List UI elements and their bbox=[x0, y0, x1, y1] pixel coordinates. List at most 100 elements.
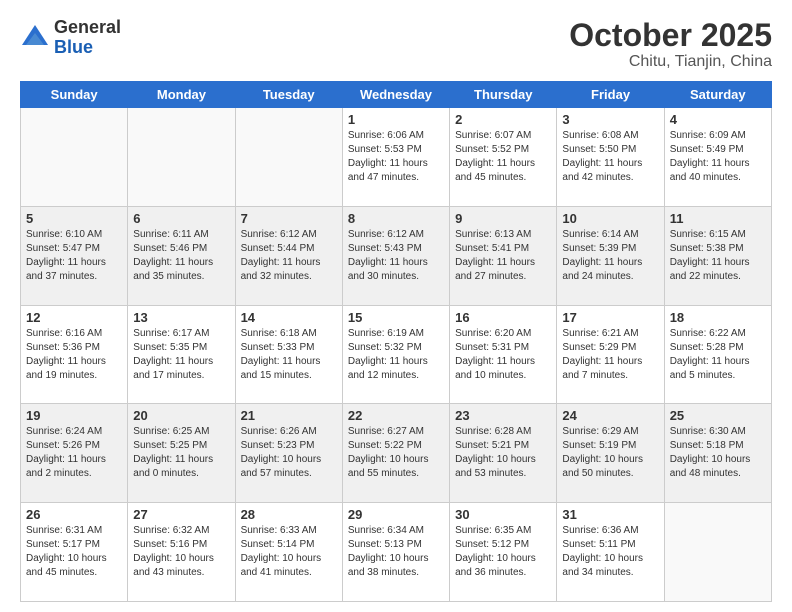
calendar-cell: 17 Sunrise: 6:21 AM Sunset: 5:29 PM Dayli… bbox=[557, 305, 664, 404]
day-number: 1 bbox=[348, 112, 444, 127]
calendar-cell bbox=[664, 503, 771, 602]
day-number: 5 bbox=[26, 211, 122, 226]
calendar-cell: 21 Sunrise: 6:26 AM Sunset: 5:23 PM Dayli… bbox=[235, 404, 342, 503]
day-info: Sunrise: 6:17 AM Sunset: 5:35 PM Dayligh… bbox=[133, 327, 229, 383]
day-info: Sunrise: 6:13 AM Sunset: 5:41 PM Dayligh… bbox=[455, 228, 551, 284]
calendar-cell: 9 Sunrise: 6:13 AM Sunset: 5:41 PM Daylig… bbox=[450, 206, 557, 305]
day-number: 13 bbox=[133, 310, 229, 325]
day-info: Sunrise: 6:29 AM Sunset: 5:19 PM Dayligh… bbox=[562, 425, 658, 481]
day-info: Sunrise: 6:19 AM Sunset: 5:32 PM Dayligh… bbox=[348, 327, 444, 383]
day-info: Sunrise: 6:08 AM Sunset: 5:50 PM Dayligh… bbox=[562, 129, 658, 185]
calendar-cell: 24 Sunrise: 6:29 AM Sunset: 5:19 PM Dayli… bbox=[557, 404, 664, 503]
day-number: 21 bbox=[241, 408, 337, 423]
day-info: Sunrise: 6:34 AM Sunset: 5:13 PM Dayligh… bbox=[348, 524, 444, 580]
day-number: 27 bbox=[133, 507, 229, 522]
day-info: Sunrise: 6:10 AM Sunset: 5:47 PM Dayligh… bbox=[26, 228, 122, 284]
day-info: Sunrise: 6:36 AM Sunset: 5:11 PM Dayligh… bbox=[562, 524, 658, 580]
calendar-cell: 16Sunrise: 6:20 AM Sunset: 5:31 PM Dayli… bbox=[450, 305, 557, 404]
calendar-cell: 20 Sunrise: 6:25 AM Sunset: 5:25 PM Dayli… bbox=[128, 404, 235, 503]
day-info: Sunrise: 6:31 AM Sunset: 5:17 PM Dayligh… bbox=[26, 524, 122, 580]
day-number: 6 bbox=[133, 211, 229, 226]
day-number: 25 bbox=[670, 408, 766, 423]
day-number: 20 bbox=[133, 408, 229, 423]
day-number: 30 bbox=[455, 507, 551, 522]
day-info: Sunrise: 6:12 AM Sunset: 5:44 PM Dayligh… bbox=[241, 228, 337, 284]
calendar-cell: 30 Sunrise: 6:35 AM Sunset: 5:12 PM Dayli… bbox=[450, 503, 557, 602]
calendar-cell: 28 Sunrise: 6:33 AM Sunset: 5:14 PM Dayli… bbox=[235, 503, 342, 602]
day-info: Sunrise: 6:30 AM Sunset: 5:18 PM Dayligh… bbox=[670, 425, 766, 481]
calendar-cell bbox=[21, 108, 128, 207]
title-area: October 2025 Chitu, Tianjin, China bbox=[569, 18, 772, 71]
day-number: 14 bbox=[241, 310, 337, 325]
calendar-cell: 10Sunrise: 6:14 AM Sunset: 5:39 PM Dayli… bbox=[557, 206, 664, 305]
day-info: Sunrise: 6:26 AM Sunset: 5:23 PM Dayligh… bbox=[241, 425, 337, 481]
location: Chitu, Tianjin, China bbox=[569, 53, 772, 71]
day-info: Sunrise: 6:25 AM Sunset: 5:25 PM Dayligh… bbox=[133, 425, 229, 481]
calendar-cell: 23 Sunrise: 6:28 AM Sunset: 5:21 PM Dayli… bbox=[450, 404, 557, 503]
page: General Blue October 2025 Chitu, Tianjin… bbox=[0, 0, 792, 612]
calendar-cell: 18 Sunrise: 6:22 AM Sunset: 5:28 PM Dayli… bbox=[664, 305, 771, 404]
day-number: 3 bbox=[562, 112, 658, 127]
calendar-cell: 19 Sunrise: 6:24 AM Sunset: 5:26 PM Dayli… bbox=[21, 404, 128, 503]
calendar-cell: 5 Sunrise: 6:10 AM Sunset: 5:47 PM Daylig… bbox=[21, 206, 128, 305]
calendar-cell bbox=[128, 108, 235, 207]
day-info: Sunrise: 6:12 AM Sunset: 5:43 PM Dayligh… bbox=[348, 228, 444, 284]
calendar-cell: 3 Sunrise: 6:08 AM Sunset: 5:50 PM Daylig… bbox=[557, 108, 664, 207]
day-number: 7 bbox=[241, 211, 337, 226]
calendar-cell bbox=[235, 108, 342, 207]
day-info: Sunrise: 6:11 AM Sunset: 5:46 PM Dayligh… bbox=[133, 228, 229, 284]
calendar-cell: 29Sunrise: 6:34 AM Sunset: 5:13 PM Dayli… bbox=[342, 503, 449, 602]
calendar-cell: 6 Sunrise: 6:11 AM Sunset: 5:46 PM Daylig… bbox=[128, 206, 235, 305]
calendar-cell: 15Sunrise: 6:19 AM Sunset: 5:32 PM Dayli… bbox=[342, 305, 449, 404]
calendar-cell: 25 Sunrise: 6:30 AM Sunset: 5:18 PM Dayli… bbox=[664, 404, 771, 503]
logo-text: General Blue bbox=[54, 18, 121, 58]
day-info: Sunrise: 6:32 AM Sunset: 5:16 PM Dayligh… bbox=[133, 524, 229, 580]
day-info: Sunrise: 6:21 AM Sunset: 5:29 PM Dayligh… bbox=[562, 327, 658, 383]
day-info: Sunrise: 6:35 AM Sunset: 5:12 PM Dayligh… bbox=[455, 524, 551, 580]
day-info: Sunrise: 6:24 AM Sunset: 5:26 PM Dayligh… bbox=[26, 425, 122, 481]
day-info: Sunrise: 6:33 AM Sunset: 5:14 PM Dayligh… bbox=[241, 524, 337, 580]
day-number: 19 bbox=[26, 408, 122, 423]
calendar-cell: 12Sunrise: 6:16 AM Sunset: 5:36 PM Dayli… bbox=[21, 305, 128, 404]
day-info: Sunrise: 6:15 AM Sunset: 5:38 PM Dayligh… bbox=[670, 228, 766, 284]
week-row-4: 19 Sunrise: 6:24 AM Sunset: 5:26 PM Dayli… bbox=[21, 404, 772, 503]
calendar: SundayMondayTuesdayWednesdayThursdayFrid… bbox=[20, 81, 772, 602]
logo-general: General bbox=[54, 18, 121, 38]
weekday-header-wednesday: Wednesday bbox=[342, 82, 449, 108]
day-number: 26 bbox=[26, 507, 122, 522]
day-number: 17 bbox=[562, 310, 658, 325]
calendar-cell: 4 Sunrise: 6:09 AM Sunset: 5:49 PM Daylig… bbox=[664, 108, 771, 207]
day-number: 24 bbox=[562, 408, 658, 423]
day-number: 8 bbox=[348, 211, 444, 226]
day-number: 18 bbox=[670, 310, 766, 325]
day-number: 31 bbox=[562, 507, 658, 522]
calendar-cell: 7 Sunrise: 6:12 AM Sunset: 5:44 PM Daylig… bbox=[235, 206, 342, 305]
logo-blue: Blue bbox=[54, 38, 121, 58]
day-info: Sunrise: 6:09 AM Sunset: 5:49 PM Dayligh… bbox=[670, 129, 766, 185]
day-info: Sunrise: 6:22 AM Sunset: 5:28 PM Dayligh… bbox=[670, 327, 766, 383]
weekday-header-friday: Friday bbox=[557, 82, 664, 108]
calendar-cell: 27 Sunrise: 6:32 AM Sunset: 5:16 PM Dayli… bbox=[128, 503, 235, 602]
weekday-header-saturday: Saturday bbox=[664, 82, 771, 108]
week-row-3: 12Sunrise: 6:16 AM Sunset: 5:36 PM Dayli… bbox=[21, 305, 772, 404]
day-info: Sunrise: 6:28 AM Sunset: 5:21 PM Dayligh… bbox=[455, 425, 551, 481]
logo-icon bbox=[20, 23, 50, 53]
weekday-header-row: SundayMondayTuesdayWednesdayThursdayFrid… bbox=[21, 82, 772, 108]
day-number: 23 bbox=[455, 408, 551, 423]
day-number: 16 bbox=[455, 310, 551, 325]
day-number: 28 bbox=[241, 507, 337, 522]
day-info: Sunrise: 6:06 AM Sunset: 5:53 PM Dayligh… bbox=[348, 129, 444, 185]
calendar-cell: 11Sunrise: 6:15 AM Sunset: 5:38 PM Dayli… bbox=[664, 206, 771, 305]
calendar-cell: 2 Sunrise: 6:07 AM Sunset: 5:52 PM Daylig… bbox=[450, 108, 557, 207]
weekday-header-sunday: Sunday bbox=[21, 82, 128, 108]
day-number: 22 bbox=[348, 408, 444, 423]
day-number: 2 bbox=[455, 112, 551, 127]
week-row-5: 26 Sunrise: 6:31 AM Sunset: 5:17 PM Dayli… bbox=[21, 503, 772, 602]
day-number: 4 bbox=[670, 112, 766, 127]
day-info: Sunrise: 6:18 AM Sunset: 5:33 PM Dayligh… bbox=[241, 327, 337, 383]
weekday-header-thursday: Thursday bbox=[450, 82, 557, 108]
week-row-2: 5 Sunrise: 6:10 AM Sunset: 5:47 PM Daylig… bbox=[21, 206, 772, 305]
day-number: 9 bbox=[455, 211, 551, 226]
calendar-cell: 13 Sunrise: 6:17 AM Sunset: 5:35 PM Dayli… bbox=[128, 305, 235, 404]
day-info: Sunrise: 6:07 AM Sunset: 5:52 PM Dayligh… bbox=[455, 129, 551, 185]
